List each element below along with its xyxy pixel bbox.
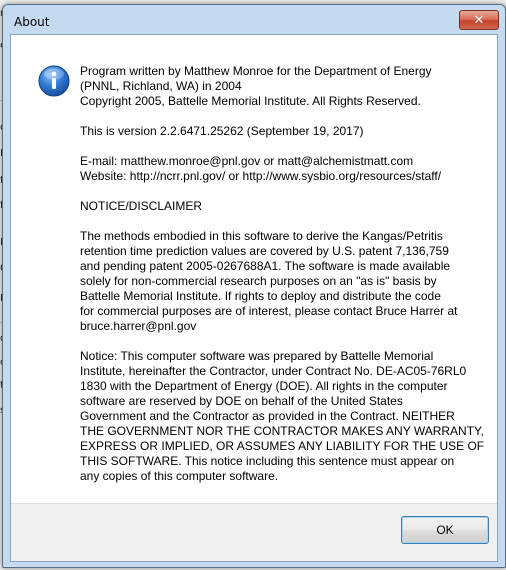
about-dialog: About ✕ Program written by Matthew Monro… (2, 4, 506, 568)
disclaimer-heading: NOTICE/DISCLAIMER (80, 199, 203, 213)
window-title: About (14, 15, 50, 29)
close-icon: ✕ (473, 12, 485, 28)
information-icon (38, 65, 70, 97)
dialog-content: Program written by Matthew Monroe for th… (10, 34, 498, 562)
patent-paragraph: The methods embodied in this software to… (80, 229, 458, 333)
version-paragraph: This is version 2.2.6471.25262 (Septembe… (80, 124, 364, 138)
author-paragraph: Program written by Matthew Monroe for th… (80, 64, 432, 108)
close-button[interactable]: ✕ (459, 10, 499, 30)
ok-button[interactable]: OK (401, 516, 489, 544)
notice-paragraph: Notice: This computer software was prepa… (80, 349, 485, 483)
contact-paragraph: E-mail: matthew.monroe@pnl.gov or matt@a… (80, 154, 442, 183)
about-message: Program written by Matthew Monroe for th… (80, 64, 485, 499)
button-panel: OK (11, 503, 497, 561)
